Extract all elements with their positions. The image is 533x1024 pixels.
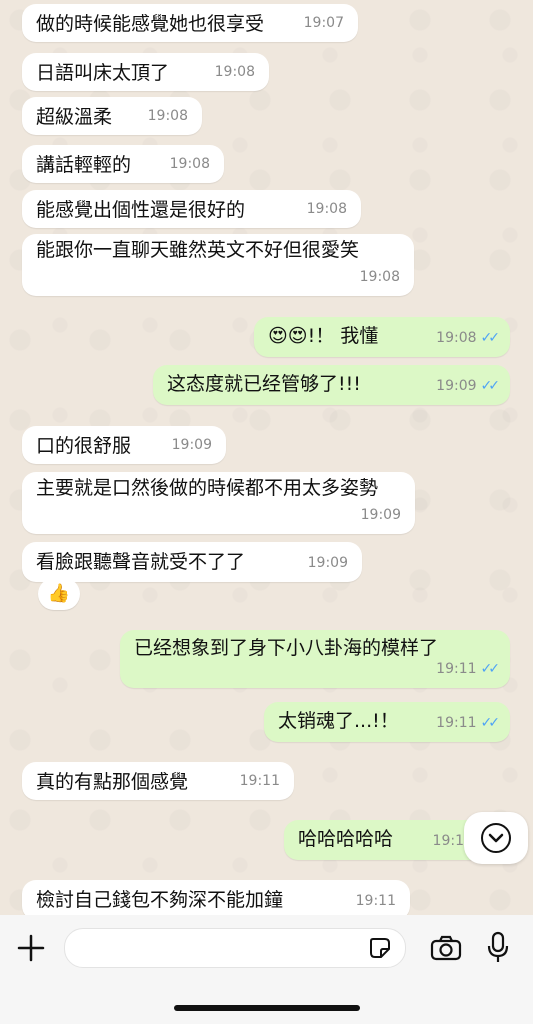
message-text: 口的很舒服 (36, 435, 132, 457)
message-input[interactable] (64, 928, 406, 968)
message-bubble[interactable]: 能感覺出個性還是很好的 19:08 (22, 190, 361, 228)
message-bubble[interactable]: 已经想象到了身下小八卦海的模样了 19:11 ✓✓ (120, 630, 510, 688)
message-text: 做的時候能感覺她也很享受 (36, 13, 265, 35)
message-text: 能跟你一直聊天雖然英文不好但很愛笑 (36, 239, 360, 261)
chevron-down-icon (481, 823, 511, 853)
message-bubble[interactable]: 主要就是口然後做的時候都不用太多姿勢 19:09 (22, 472, 415, 534)
double-check-icon: ✓✓ (480, 378, 501, 394)
double-check-icon: ✓✓ (480, 661, 501, 677)
message-time: 19:08 (306, 201, 347, 217)
double-check-icon: ✓✓ (480, 715, 501, 731)
message-text: 😍😍!！ 我懂 (268, 325, 379, 347)
thumbs-up-emoji: 👍 (47, 583, 71, 604)
message-text: 太销魂了...!！ (278, 710, 399, 732)
message-time: 19:07 (303, 15, 344, 31)
message-text: 主要就是口然後做的時候都不用太多姿勢 (36, 477, 379, 499)
message-time: 19:08 (147, 108, 188, 124)
double-check-icon: ✓✓ (480, 330, 501, 346)
message-text: 超級溫柔 (36, 106, 113, 128)
message-bubble[interactable]: 太销魂了...!！ 19:11 ✓✓ (264, 702, 510, 742)
message-text: 已经想象到了身下小八卦海的模样了 (134, 637, 439, 659)
message-text: 看臉跟聽聲音就受不了了 (36, 551, 246, 573)
message-bubble[interactable]: 超級溫柔 19:08 (22, 97, 202, 135)
scroll-to-bottom-button[interactable] (464, 812, 528, 864)
message-bubble[interactable]: 真的有點那個感覺 19:11 (22, 762, 294, 800)
message-time: 19:09 ✓✓ (436, 378, 501, 394)
camera-icon[interactable] (430, 935, 462, 961)
message-time: 19:11 ✓✓ (436, 715, 501, 731)
message-bubble[interactable]: 檢討自己錢包不夠深不能加鐘 19:11 (22, 880, 410, 915)
message-bubble[interactable]: 这态度就已经管够了!!! 19:09 ✓✓ (153, 365, 510, 405)
message-time: 19:1 (432, 833, 464, 849)
message-bubble[interactable]: 能跟你一直聊天雖然英文不好但很愛笑 19:08 (22, 234, 414, 296)
message-time: 19:09 (307, 555, 348, 571)
message-bubble[interactable]: 口的很舒服 19:09 (22, 426, 226, 464)
message-time: 19:08 (214, 64, 255, 80)
microphone-icon[interactable] (486, 931, 510, 965)
message-bubble[interactable]: 看臉跟聽聲音就受不了了 19:09 (22, 542, 362, 582)
message-time: 19:08 (359, 269, 400, 285)
message-time: 19:11 ✓✓ (436, 661, 501, 677)
message-text: 檢討自己錢包不夠深不能加鐘 (36, 889, 284, 911)
message-text: 这态度就已经管够了!!! (167, 373, 361, 395)
home-indicator (174, 1005, 360, 1011)
message-bubble[interactable]: 日語叫床太頂了 19:08 (22, 53, 269, 91)
sticker-icon[interactable] (369, 937, 391, 959)
message-time: 19:08 (169, 156, 210, 172)
message-bubble[interactable]: 😍😍!！ 我懂 19:08 ✓✓ (254, 317, 510, 357)
message-time: 19:09 (360, 507, 401, 523)
message-text: 能感覺出個性還是很好的 (36, 199, 246, 221)
message-time: 19:11 (239, 773, 280, 789)
reaction-badge[interactable]: 👍 (38, 578, 80, 610)
message-text: 哈哈哈哈哈 (298, 828, 394, 850)
message-time: 19:09 (171, 437, 212, 453)
composer-bar (0, 915, 533, 1024)
plus-icon[interactable] (16, 933, 46, 963)
message-time: 19:11 (355, 893, 396, 909)
message-text: 真的有點那個感覺 (36, 771, 189, 793)
chat-area[interactable]: 做的時候能感覺她也很享受 19:07 日語叫床太頂了 19:08 超級溫柔 19… (0, 0, 533, 915)
message-text: 日語叫床太頂了 (36, 62, 170, 84)
message-bubble[interactable]: 講話輕輕的 19:08 (22, 145, 224, 183)
message-time: 19:08 ✓✓ (436, 330, 501, 346)
message-bubble[interactable]: 做的時候能感覺她也很享受 19:07 (22, 4, 358, 42)
message-text: 講話輕輕的 (36, 154, 132, 176)
